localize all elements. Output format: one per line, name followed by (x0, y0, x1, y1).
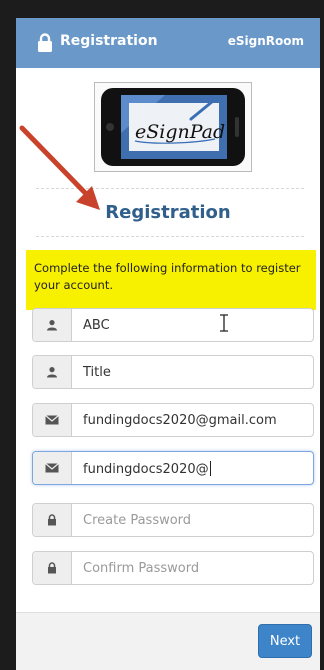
next-button[interactable]: Next (258, 624, 312, 658)
title-field[interactable]: Title (32, 355, 314, 389)
red-arrow-annotation (19, 125, 100, 210)
user-icon (33, 309, 72, 341)
email-value: fundingdocs2020@gmail.com (83, 413, 277, 428)
confirm-password-placeholder: Confirm Password (83, 561, 200, 576)
divider (36, 236, 304, 237)
email-field[interactable]: fundingdocs2020@gmail.com (32, 403, 314, 437)
esignpad-logo: eSignPad (94, 82, 252, 172)
svg-text:eSignPad: eSignPad (135, 121, 225, 143)
info-notice: Complete the following information to re… (26, 250, 316, 310)
create-password-placeholder: Create Password (83, 513, 192, 528)
confirm-password-field[interactable]: Confirm Password (32, 551, 314, 585)
title-value: Title (83, 365, 111, 380)
text-caret (209, 461, 211, 476)
envelope-icon (33, 404, 72, 436)
name-value: ABC (83, 318, 110, 333)
lock-icon (38, 33, 52, 52)
confirm-email-value: fundingdocs2020@ (83, 461, 211, 477)
confirm-email-field[interactable]: fundingdocs2020@ (32, 451, 314, 485)
user-icon (33, 356, 72, 388)
envelope-icon (33, 452, 72, 484)
header-title: Registration (60, 33, 158, 49)
confirm-email-text: fundingdocs2020@ (83, 462, 209, 477)
text-cursor-icon (220, 314, 228, 332)
header-bar: Registration eSignRoom (16, 18, 320, 68)
lock-icon (33, 504, 72, 536)
create-password-field[interactable]: Create Password (32, 503, 314, 537)
lock-icon (33, 552, 72, 584)
brand-name: eSignRoom (227, 34, 304, 48)
name-field[interactable]: ABC (32, 308, 314, 342)
